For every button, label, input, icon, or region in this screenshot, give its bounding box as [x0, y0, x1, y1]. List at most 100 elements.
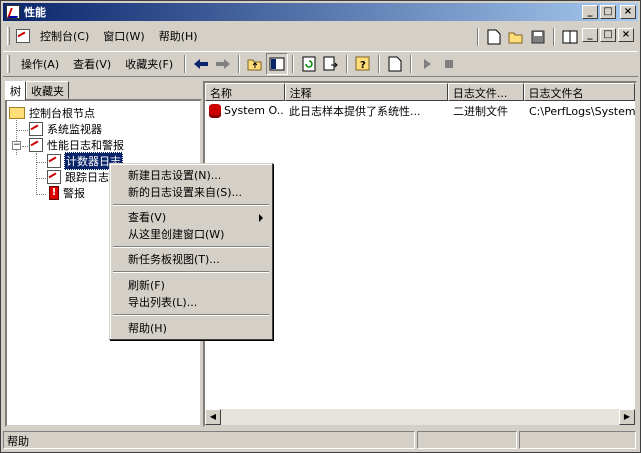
new-document-icon[interactable] — [483, 26, 505, 48]
toolbar-separator — [553, 28, 555, 46]
tree-node-label: 系统监视器 — [47, 123, 102, 136]
trace-logs-icon — [47, 170, 61, 184]
menu-favorites[interactable]: 收藏夹(F) — [118, 54, 180, 74]
database-icon — [209, 104, 221, 118]
list-header: 名称 注释 日志文件... 日志文件名 — [205, 83, 635, 101]
tree-node-trace-logs[interactable]: 跟踪日志 — [47, 169, 110, 185]
status-text: 帮助 — [3, 431, 415, 449]
menu-item-help[interactable]: 帮助(H) — [113, 320, 269, 337]
tree-node-label: 警报 — [63, 187, 85, 200]
tree-line — [36, 178, 46, 179]
tree-line — [16, 130, 30, 131]
column-header-name[interactable]: 名称 — [205, 83, 285, 101]
row-log-file: C:\PerfLogs\System... — [529, 104, 635, 118]
tree-line — [36, 153, 37, 193]
folder-icon — [9, 107, 25, 119]
start-icon[interactable] — [416, 53, 438, 75]
export-list-icon[interactable] — [320, 53, 342, 75]
mdi-minimize-button[interactable]: _ — [582, 28, 598, 42]
mdi-close-button[interactable]: × — [618, 28, 634, 42]
scroll-track[interactable] — [221, 409, 619, 425]
tree-node-system-monitor[interactable]: 系统监视器 — [29, 121, 103, 137]
svg-text:?: ? — [360, 60, 366, 71]
system-monitor-icon — [29, 122, 43, 136]
tree-node-label: 性能日志和警报 — [47, 139, 124, 152]
new-log-icon[interactable] — [384, 53, 406, 75]
back-arrow-icon[interactable] — [190, 53, 212, 75]
tree-node-label: 跟踪日志 — [65, 171, 109, 184]
menu-item-export-list[interactable]: 导出列表(L)... — [113, 294, 269, 311]
tab-tree[interactable]: 树 — [5, 81, 26, 100]
menu-separator — [113, 246, 269, 248]
toolbar-separator — [238, 55, 241, 73]
tree-node-label: 控制台根节点 — [29, 107, 95, 120]
toolbar-separator — [378, 55, 381, 73]
console-icon — [16, 29, 30, 43]
menu-console[interactable]: 控制台(C) — [33, 26, 96, 46]
refresh-icon[interactable] — [298, 53, 320, 75]
title-bar[interactable]: 性能 _ □ × — [3, 3, 638, 21]
show-hide-tree-icon[interactable] — [266, 53, 289, 75]
menu-view[interactable]: 查看(V) — [66, 54, 118, 74]
toolbar-separator — [410, 55, 413, 73]
alert-icon: ! — [49, 186, 59, 200]
tree-line — [36, 194, 46, 195]
menu-item-new-log-settings[interactable]: 新建日志设置(N)... — [113, 167, 269, 184]
help-properties-icon[interactable]: ? — [352, 53, 374, 75]
menu-item-new-taskpad[interactable]: 新任务板视图(T)... — [113, 251, 269, 268]
menu-item-new-log-settings-from[interactable]: 新的日志设置来自(S)... — [113, 184, 269, 201]
perf-logs-icon — [29, 138, 43, 152]
save-icon[interactable] — [527, 26, 549, 48]
menu-separator — [113, 271, 269, 273]
toolbar-grip — [7, 55, 10, 73]
row-name: System O... — [224, 104, 285, 117]
scroll-right-icon[interactable]: ▶ — [619, 409, 635, 425]
maximize-button[interactable]: □ — [600, 5, 616, 19]
column-header-log-type[interactable]: 日志文件... — [447, 83, 524, 101]
context-menu: 新建日志设置(N)... 新的日志设置来自(S)... 查看(V) 从这里创建窗… — [109, 163, 273, 340]
tree-node-alerts[interactable]: ! 警报 — [49, 185, 86, 201]
menu-window[interactable]: 窗口(W) — [96, 26, 151, 46]
up-folder-icon[interactable] — [244, 53, 266, 75]
menu-separator — [113, 204, 269, 206]
status-panel — [417, 431, 517, 449]
toolbar-separator — [292, 55, 295, 73]
toolbar-separator — [477, 28, 479, 46]
menu-separator — [113, 314, 269, 316]
menu-item-view-label: 查看(V) — [128, 211, 167, 224]
submenu-arrow-icon — [259, 214, 263, 222]
console-window-icon[interactable] — [559, 26, 581, 48]
menu-item-view[interactable]: 查看(V) — [113, 209, 269, 226]
performance-app-icon — [6, 5, 20, 19]
stop-icon[interactable] — [438, 53, 460, 75]
status-bar: 帮助 — [3, 431, 638, 451]
tree-node-perf-logs[interactable]: 性能日志和警报 — [29, 137, 125, 153]
row-comment: 此日志样本提供了系统性... — [289, 105, 421, 118]
menubar-grip — [7, 27, 10, 45]
list-row[interactable]: System O... 此日志样本提供了系统性... 二进制文件 C:\Perf… — [205, 103, 635, 119]
menu-item-refresh[interactable]: 刷新(F) — [113, 277, 269, 294]
tab-favorites[interactable]: 收藏夹 — [26, 81, 69, 99]
forward-arrow-icon[interactable] — [212, 53, 234, 75]
scroll-left-icon[interactable]: ◀ — [205, 409, 221, 425]
horizontal-scrollbar[interactable]: ◀ ▶ — [205, 409, 635, 425]
menu-bar: 控制台(C) 窗口(W) 帮助(H) _ □ × — [3, 23, 638, 49]
minimize-button[interactable]: _ — [582, 5, 598, 19]
row-name-cell: System O... — [205, 104, 285, 118]
counter-logs-icon — [47, 154, 61, 168]
tree-tabs: 树 收藏夹 — [5, 81, 69, 100]
collapse-icon[interactable]: − — [12, 141, 21, 150]
menu-item-new-window[interactable]: 从这里创建窗口(W) — [113, 226, 269, 243]
window-title: 性能 — [24, 6, 46, 19]
menu-action[interactable]: 操作(A) — [14, 54, 66, 74]
close-button[interactable]: × — [620, 5, 636, 19]
app-window: 性能 _ □ × 控制台(C) 窗口(W) 帮助(H) _ □ × 操作(A) … — [0, 0, 641, 453]
menu-help[interactable]: 帮助(H) — [152, 26, 205, 46]
column-header-log-file[interactable]: 日志文件名 — [523, 83, 635, 101]
mdi-restore-button[interactable]: □ — [600, 28, 616, 42]
status-panel — [519, 431, 636, 449]
column-header-comment[interactable]: 注释 — [284, 83, 448, 101]
open-folder-icon[interactable] — [505, 26, 527, 48]
tree-node-root[interactable]: 控制台根节点 — [9, 105, 96, 121]
tree-line — [36, 162, 46, 163]
